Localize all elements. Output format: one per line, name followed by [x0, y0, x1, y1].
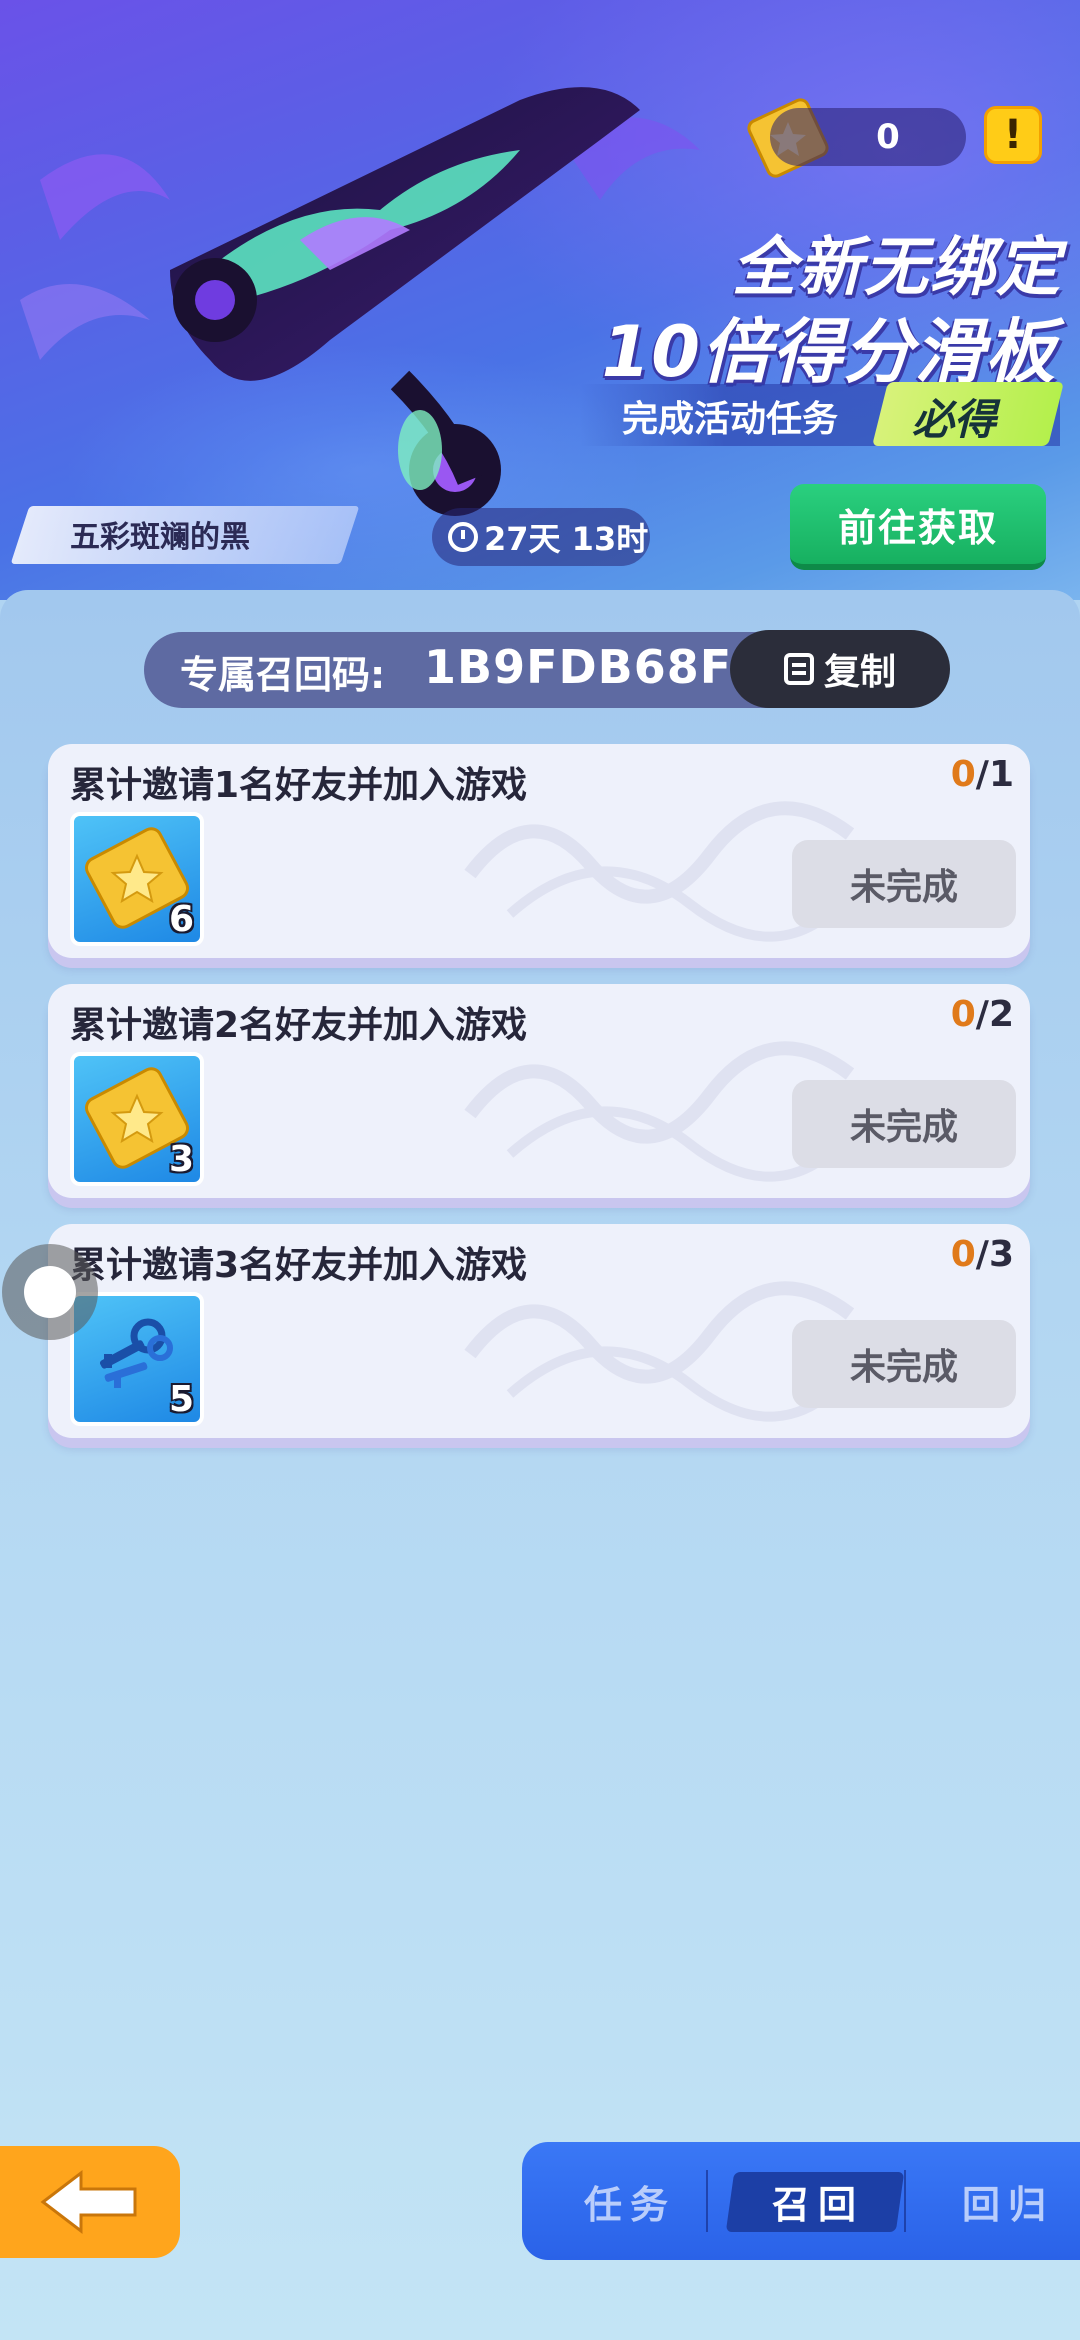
stopwatch-icon: [448, 522, 478, 552]
task-progress-total: /3: [975, 1234, 1014, 1275]
back-button[interactable]: [0, 2146, 180, 2258]
task-status-button[interactable]: 未完成: [792, 1080, 1016, 1168]
reward-item[interactable]: 6: [70, 812, 204, 946]
event-banner: 0 ! 全新无绑定 10倍得分滑板 完成活动任务 必得 五彩斑斓的黑 27天 1…: [0, 0, 1080, 600]
must-get-text: 必得: [912, 395, 997, 444]
copy-button[interactable]: 复制: [730, 630, 950, 708]
back-arrow-icon: [40, 2169, 137, 2235]
task-progress-done: 0: [950, 754, 976, 795]
floating-assist-dot: [24, 1266, 76, 1318]
copy-icon: [783, 653, 814, 685]
skin-name: 五彩斑斓的黑: [70, 520, 250, 555]
task-title: 累计邀请3名好友并加入游戏: [70, 1245, 528, 1286]
tab-return[interactable]: 回归: [918, 2142, 1080, 2260]
countdown-timer: 27天 13时: [432, 508, 650, 566]
task-progress-total: /2: [975, 994, 1014, 1035]
task-progress: 0/1: [951, 754, 1014, 795]
currency-count: 0: [770, 108, 966, 166]
recall-code-label: 专属召回码:: [180, 653, 386, 697]
task-status-button[interactable]: 未完成: [792, 1320, 1016, 1408]
tab-tasks[interactable]: 任务: [540, 2142, 720, 2260]
headline-line1: 全新无绑定: [732, 231, 1062, 305]
task-card: 累计邀请1名好友并加入游戏 0/1 6 未完成: [48, 744, 1030, 958]
task-progress: 0/2: [951, 994, 1014, 1035]
floating-assist-button[interactable]: [2, 1244, 98, 1340]
reward-count: 3: [168, 1139, 194, 1180]
task-status-button[interactable]: 未完成: [792, 840, 1016, 928]
tab-recall[interactable]: 召回: [728, 2142, 908, 2260]
reward-item[interactable]: 3: [70, 1052, 204, 1186]
task-title: 累计邀请2名好友并加入游戏: [70, 1005, 528, 1046]
task-progress-total: /1: [975, 754, 1014, 795]
copy-button-label: 复制: [823, 652, 896, 693]
task-progress-done: 0: [950, 1234, 976, 1275]
goto-obtain-button[interactable]: 前往获取: [790, 484, 1046, 570]
subtitle-text: 完成活动任务: [622, 399, 839, 440]
info-button[interactable]: !: [984, 106, 1042, 164]
task-card: 累计邀请3名好友并加入游戏 0/3 5 未完成: [48, 1224, 1030, 1438]
reward-count: 6: [168, 899, 194, 940]
task-card: 累计邀请2名好友并加入游戏 0/2 3 未完成: [48, 984, 1030, 1198]
countdown-text: 27天 13时: [484, 520, 649, 558]
recall-code-value: 1B9FDB68F: [424, 640, 733, 694]
task-progress: 0/3: [951, 1234, 1014, 1275]
reward-count: 5: [168, 1379, 194, 1420]
task-progress-done: 0: [950, 994, 976, 1035]
task-title: 累计邀请1名好友并加入游戏: [70, 765, 528, 806]
